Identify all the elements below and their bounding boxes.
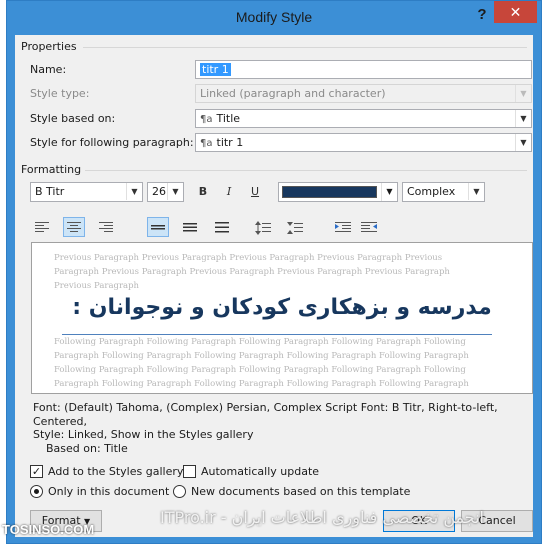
script-value: Complex <box>407 185 456 198</box>
single-spacing-button[interactable] <box>147 217 169 237</box>
decrease-spacing-button[interactable] <box>284 217 306 237</box>
single-spacing-icon <box>151 225 165 230</box>
chevron-down-icon: ▼ <box>167 183 183 200</box>
paragraph-style-icon: ¶a <box>200 114 213 125</box>
based-on-label: Style based on: <box>30 112 116 125</box>
following-paragraph-label: Style for following paragraph: <box>30 136 194 149</box>
close-button[interactable]: ✕ <box>494 1 537 23</box>
description-line: Font: (Default) Tahoma, (Complex) Persia… <box>33 401 498 428</box>
properties-divider <box>83 47 527 48</box>
sample-text: مدرسه و بزهکاری کودکان و نوجوانان : <box>72 295 492 320</box>
previous-paragraph-text: Previous Paragraph Previous Paragraph Pr… <box>54 253 450 291</box>
style-type-label: Style type: <box>30 87 90 100</box>
auto-update-checkbox[interactable] <box>183 465 196 478</box>
following-paragraph-text: Following Paragraph Following Paragraph … <box>54 337 469 389</box>
align-left-button[interactable] <box>31 217 53 237</box>
double-spacing-button[interactable] <box>211 217 233 237</box>
script-select[interactable]: Complex ▼ <box>402 182 485 202</box>
properties-section-label: Properties <box>21 40 77 53</box>
paragraph-style-icon: ¶a <box>200 138 213 149</box>
style-type-select[interactable]: Linked (paragraph and character) ▼ <box>195 84 532 103</box>
align-center-button[interactable] <box>63 217 85 237</box>
align-right-icon <box>99 222 113 232</box>
name-field[interactable]: titr 1 <box>195 60 532 79</box>
dialog-body: Properties Name: titr 1 Style type: Link… <box>15 35 533 537</box>
font-color-swatch <box>282 186 377 198</box>
auto-update-label: Automatically update <box>201 465 320 478</box>
decrease-spacing-icon <box>287 222 303 234</box>
decrease-indent-icon <box>335 222 351 232</box>
only-this-document-radio[interactable] <box>30 485 43 498</box>
font-color-picker[interactable]: ▼ <box>278 182 398 202</box>
align-left-icon <box>35 222 49 232</box>
style-description: Font: (Default) Tahoma, (Complex) Persia… <box>33 401 533 455</box>
underline-button[interactable]: U <box>244 182 266 202</box>
font-size-select[interactable]: 26 ▼ <box>147 182 184 202</box>
font-size-value: 26 <box>152 185 166 198</box>
style-type-value: Linked (paragraph and character) <box>200 87 386 100</box>
help-button[interactable]: ? <box>471 5 493 25</box>
description-line: Style: Linked, Show in the Styles galler… <box>33 428 254 441</box>
align-right-button[interactable] <box>95 217 117 237</box>
title-bar: Modify Style ? ✕ <box>7 1 541 35</box>
chevron-down-icon: ▼ <box>468 183 484 200</box>
modify-style-dialog: Modify Style ? ✕ Properties Name: titr 1… <box>6 0 542 544</box>
add-to-gallery-checkbox[interactable]: ✓ <box>30 465 43 478</box>
font-name-select[interactable]: B Titr ▼ <box>30 182 143 202</box>
name-label: Name: <box>30 63 67 76</box>
align-center-icon <box>67 222 81 232</box>
chevron-down-icon: ▼ <box>381 183 397 201</box>
following-paragraph-value: titr 1 <box>216 136 244 149</box>
dialog-title: Modify Style <box>235 9 313 25</box>
following-paragraph-select[interactable]: ¶a titr 1 ▼ <box>195 133 532 152</box>
watermark-logo: TOSINSO.COM <box>2 522 95 537</box>
increase-indent-button[interactable] <box>358 217 380 237</box>
formatting-divider <box>85 170 527 171</box>
chevron-down-icon: ▼ <box>515 110 531 127</box>
increase-spacing-icon <box>255 221 271 235</box>
italic-button[interactable]: I <box>218 182 240 202</box>
one-half-spacing-button[interactable] <box>179 217 201 237</box>
new-documents-label: New documents based on this template <box>191 485 411 498</box>
chevron-down-icon: ▼ <box>515 134 531 151</box>
one-half-spacing-icon <box>183 223 197 232</box>
new-documents-radio[interactable] <box>173 485 186 498</box>
style-preview: Previous Paragraph Previous Paragraph Pr… <box>31 242 533 394</box>
increase-spacing-button[interactable] <box>252 217 274 237</box>
only-this-document-label: Only in this document <box>48 485 170 498</box>
based-on-select[interactable]: ¶a Title ▼ <box>195 109 532 128</box>
name-value: titr 1 <box>200 63 231 76</box>
formatting-section-label: Formatting <box>21 163 82 176</box>
watermark-text: ITPro.ir - انجمن تخصصی فناوری اطلاعات ای… <box>160 508 484 527</box>
increase-indent-icon <box>361 222 377 232</box>
chevron-down-icon: ▼ <box>126 183 142 200</box>
bold-button[interactable]: B <box>192 182 214 202</box>
font-name-value: B Titr <box>35 185 65 198</box>
chevron-down-icon: ▼ <box>515 85 531 102</box>
decrease-indent-button[interactable] <box>332 217 354 237</box>
double-spacing-icon <box>215 222 229 233</box>
based-on-value: Title <box>216 112 241 125</box>
add-to-gallery-label: Add to the Styles gallery <box>48 465 184 478</box>
description-line: Based on: Title <box>46 441 128 455</box>
